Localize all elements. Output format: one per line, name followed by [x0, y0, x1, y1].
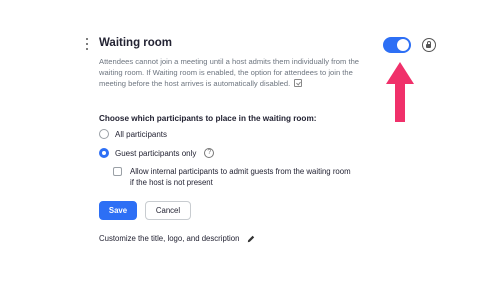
waiting-room-settings: Waiting room Attendees cannot join a mee… [0, 0, 480, 285]
toggle-knob [397, 39, 409, 51]
participants-question: Choose which participants to place in th… [99, 114, 317, 123]
save-button[interactable]: Save [99, 201, 137, 220]
customize-label: Customize the title, logo, and descripti… [99, 234, 240, 243]
note-icon[interactable] [294, 79, 303, 87]
section-description: Attendees cannot join a meeting until a … [99, 56, 369, 89]
radio-guest-participants-label: Guest participants only [115, 148, 197, 158]
arrow-up-icon [386, 62, 414, 122]
section-title: Waiting room [99, 37, 173, 49]
waiting-room-toggle[interactable] [383, 37, 411, 53]
radio-all-participants-circle[interactable] [99, 129, 109, 139]
radio-all-participants-label: All participants [115, 129, 168, 139]
radio-all-participants[interactable]: All participants [99, 129, 167, 139]
description-text: Attendees cannot join a meeting until a … [99, 57, 360, 88]
cancel-button[interactable]: Cancel [145, 201, 191, 220]
customize-link[interactable]: Customize the title, logo, and descripti… [99, 234, 255, 243]
radio-guest-participants-circle[interactable] [99, 148, 109, 158]
allow-internal-option[interactable]: Allow internal participants to admit gue… [113, 166, 353, 188]
radio-guest-participants[interactable]: Guest participants only ? [99, 148, 215, 158]
allow-internal-checkbox[interactable] [113, 167, 122, 176]
help-icon[interactable]: ? [204, 148, 215, 158]
pencil-icon[interactable] [247, 235, 255, 243]
allow-internal-label: Allow internal participants to admit gue… [130, 167, 351, 187]
lock-icon[interactable] [422, 38, 436, 52]
drag-handle-icon[interactable] [86, 38, 90, 50]
